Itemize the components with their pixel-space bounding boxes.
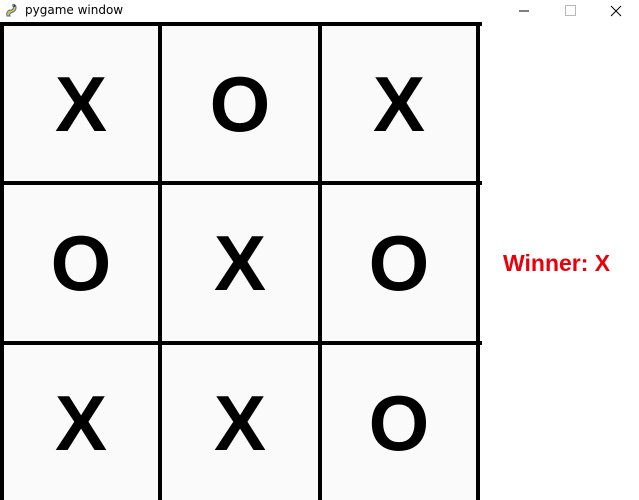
winner-status: Winner: X <box>503 250 611 276</box>
cell-mark: X <box>213 219 267 307</box>
board-cell-8[interactable]: X <box>162 345 318 500</box>
cell-mark: O <box>50 219 112 307</box>
grid-line-right <box>476 22 480 500</box>
cell-mark: O <box>368 219 430 307</box>
grid-line-top <box>0 22 482 26</box>
board-cell-9[interactable]: O <box>322 345 476 500</box>
cell-mark: X <box>213 378 267 467</box>
minimize-button[interactable] <box>501 0 547 22</box>
board-cell-7[interactable]: X <box>4 345 158 500</box>
pygame-window: pygame window X O X O X O X X O Winner: … <box>0 0 639 500</box>
grid-line-left <box>0 22 4 500</box>
cell-mark: O <box>368 378 430 467</box>
board-cell-2[interactable]: O <box>162 26 318 181</box>
board-cell-6[interactable]: O <box>322 185 476 341</box>
board-cell-4[interactable]: O <box>4 185 158 341</box>
close-icon <box>610 5 622 17</box>
title-bar[interactable]: pygame window <box>0 0 639 22</box>
window-title: pygame window <box>25 3 124 17</box>
pygame-snake-icon <box>4 3 20 19</box>
board-cell-3[interactable]: X <box>322 26 476 181</box>
grid-line-h1 <box>0 181 482 185</box>
cell-mark: X <box>372 59 426 148</box>
board-cell-1[interactable]: X <box>4 26 158 181</box>
grid-line-v1 <box>158 22 162 500</box>
board-cell-5[interactable]: X <box>162 185 318 341</box>
cell-mark: X <box>54 378 108 467</box>
close-button[interactable] <box>593 0 639 22</box>
maximize-icon <box>565 5 576 16</box>
maximize-button[interactable] <box>547 0 593 22</box>
tic-tac-toe-board: X O X O X O X X O <box>0 22 482 500</box>
minimize-icon <box>519 10 529 12</box>
grid-line-h2 <box>0 341 482 345</box>
cell-mark: O <box>209 59 271 148</box>
grid-line-v2 <box>318 22 322 500</box>
cell-mark: X <box>54 59 108 148</box>
